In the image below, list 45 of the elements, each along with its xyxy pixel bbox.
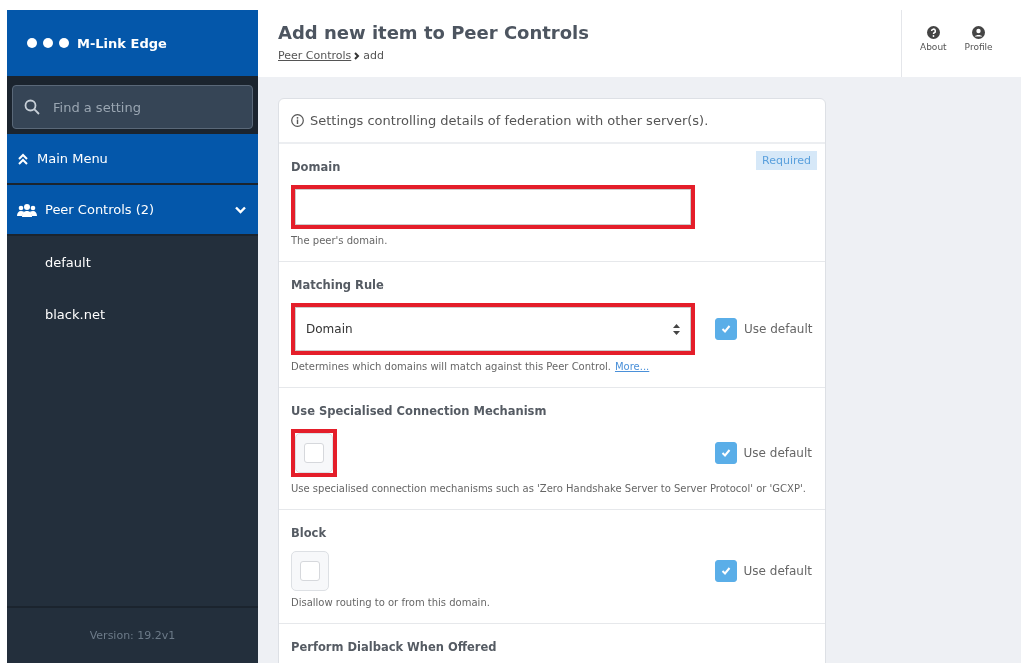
select-field[interactable]: Domain bbox=[295, 307, 691, 351]
app-title: M-Link Edge bbox=[77, 35, 167, 51]
header-action-button[interactable]: Profile bbox=[964, 26, 993, 58]
field-label: Perform Dialback When Offered bbox=[291, 640, 497, 654]
info-icon bbox=[291, 114, 304, 127]
help-text: Use specialised connection mechanisms such as 'Zero Handshake Server to Server Protocol' or 'GCXP'. bbox=[291, 482, 807, 496]
checkmark-icon bbox=[720, 566, 731, 576]
double-chevron-up-icon bbox=[17, 152, 29, 165]
field-label: Block bbox=[291, 526, 327, 540]
intro-text: Settings controlling details of federation with other server(s). bbox=[310, 113, 709, 128]
field-label: Use Specialised Connection Mechanism bbox=[291, 404, 547, 418]
use-default-label: Use default bbox=[743, 446, 812, 460]
sidebar-item[interactable]: black.net bbox=[7, 288, 258, 340]
chevron-right-icon bbox=[354, 51, 361, 60]
users-icon bbox=[17, 202, 37, 217]
more-link[interactable]: More... bbox=[614, 361, 650, 372]
use-default-label: Use default bbox=[743, 564, 812, 578]
chevron-down-icon bbox=[235, 205, 246, 214]
sort-caret-icon bbox=[673, 323, 680, 335]
help-text: The peer's domain. bbox=[291, 234, 389, 248]
header-action-button[interactable]: About bbox=[920, 26, 947, 58]
help-text: Disallow routing to or from this domain. bbox=[291, 596, 491, 610]
search-field[interactable]: Find a setting bbox=[12, 85, 253, 129]
menu-item[interactable]: Peer Controls (2) bbox=[7, 185, 258, 236]
breadcrumb-current: add bbox=[363, 49, 384, 62]
use-default-label: Use default bbox=[744, 322, 813, 336]
checkbox[interactable] bbox=[291, 551, 329, 591]
select-value: Domain bbox=[306, 322, 353, 336]
required-tag: Required bbox=[756, 151, 817, 170]
sidebar-item[interactable]: default bbox=[7, 236, 258, 288]
use-default-checkbox[interactable] bbox=[714, 442, 737, 464]
page-title: Add new item to Peer Controls bbox=[278, 22, 590, 43]
user-circle-icon bbox=[972, 26, 986, 39]
field-label: Matching Rule bbox=[291, 278, 384, 292]
use-default-checkbox[interactable] bbox=[715, 318, 737, 340]
checkmark-icon bbox=[720, 448, 731, 458]
use-default-checkbox[interactable] bbox=[714, 560, 737, 582]
checkmark-icon bbox=[721, 324, 731, 334]
dots-logo-icon bbox=[27, 38, 69, 48]
breadcrumb-link[interactable]: Peer Controls bbox=[278, 49, 352, 62]
help-text: Determines which domains will match against this Peer Control. More... bbox=[291, 360, 651, 374]
question-circle-icon bbox=[926, 26, 940, 39]
menu-item[interactable]: Main Menu bbox=[7, 134, 258, 185]
search-icon bbox=[24, 99, 40, 115]
field-label: Domain bbox=[291, 160, 341, 174]
